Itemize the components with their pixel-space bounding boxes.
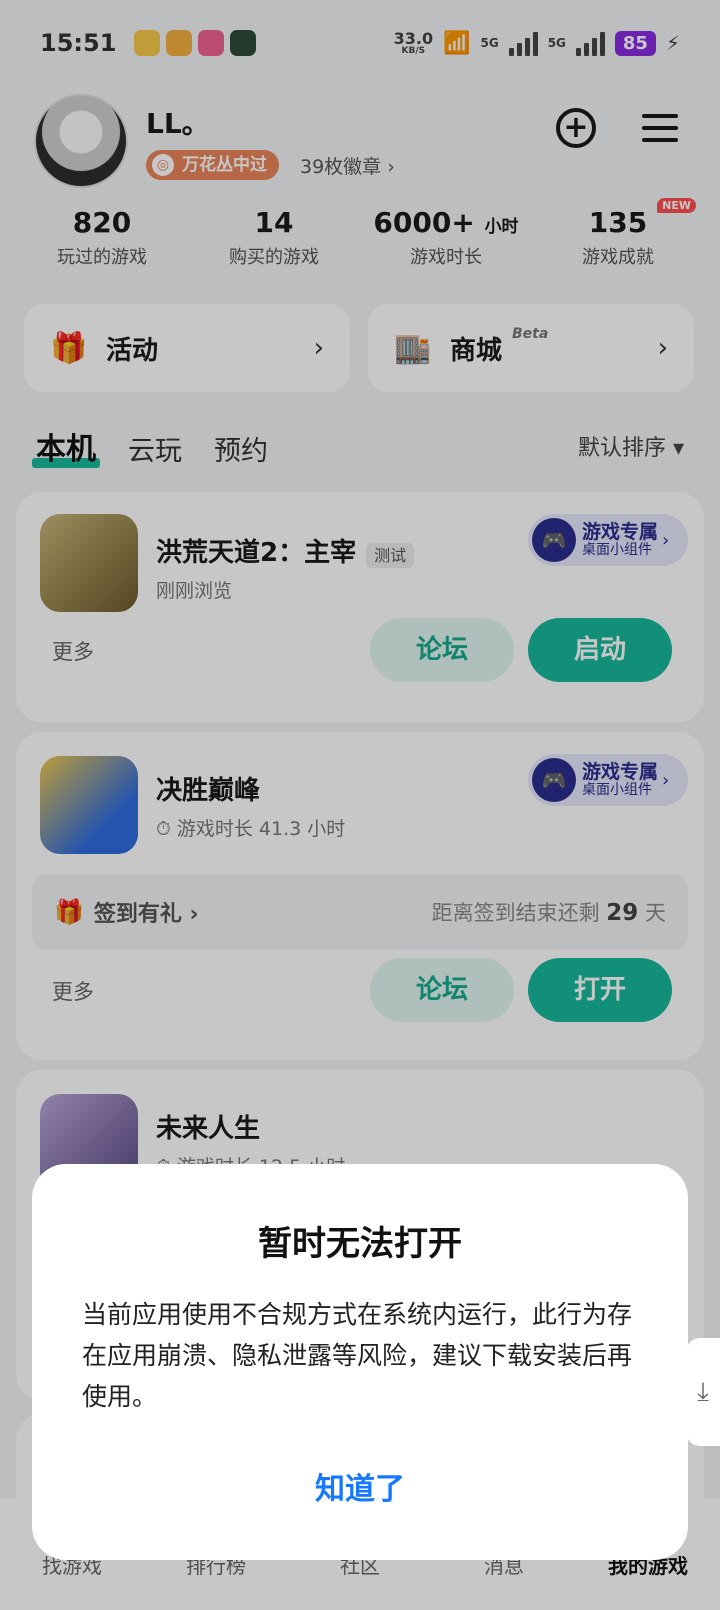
download-icon[interactable]: ⤓ [686,1338,720,1446]
dialog-title: 暂时无法打开 [258,1224,462,1264]
alert-dialog: 暂时无法打开 当前应用使用不合规方式在系统内运行，此行为存在应用崩溃、隐私泄露等… [32,1164,688,1560]
dialog-ok-button[interactable]: 知道了 [32,1464,688,1508]
dialog-message: 当前应用使用不合规方式在系统内运行，此行为存在应用崩溃、隐私泄露等风险，建议下载… [82,1300,633,1411]
